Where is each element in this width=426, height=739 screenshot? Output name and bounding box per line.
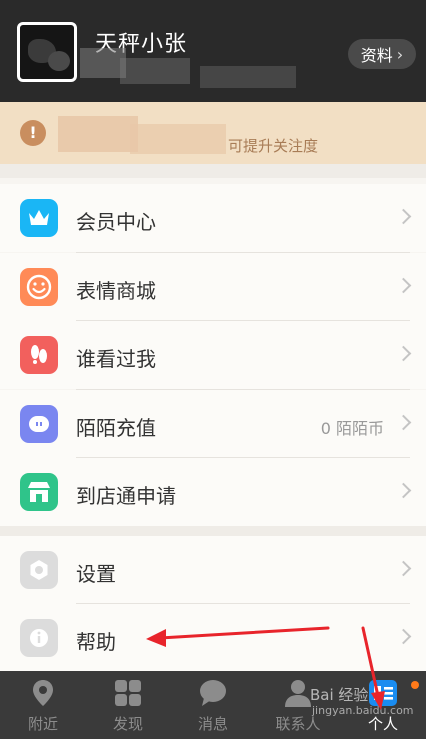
chevron-right-icon: › xyxy=(396,44,404,64)
chevron-right-icon xyxy=(395,414,412,431)
coin-icon xyxy=(20,405,58,443)
menu-item-store-application[interactable]: 到店通申请 xyxy=(0,458,426,526)
footprints-icon xyxy=(20,336,58,374)
menu-item-settings[interactable]: 设置 xyxy=(0,536,426,604)
menu-item-sticker-store[interactable]: 表情商城 xyxy=(0,253,426,321)
smiley-icon xyxy=(20,268,58,306)
tab-label: 消息 xyxy=(197,715,228,733)
grid-icon xyxy=(115,680,141,706)
menu-item-label: 设置 xyxy=(76,562,116,586)
menu-item-who-viewed-me[interactable]: 谁看过我 xyxy=(0,321,426,389)
notice-banner[interactable]: ! xyxy=(0,102,426,164)
location-pin-icon xyxy=(33,680,53,706)
contact-icon xyxy=(285,680,311,707)
chevron-right-icon xyxy=(395,482,412,499)
privacy-blur xyxy=(200,66,296,88)
tab-label: 发现 xyxy=(112,715,143,733)
menu-item-vip-center[interactable]: 会员中心 xyxy=(0,184,426,252)
chevron-right-icon xyxy=(395,345,412,362)
chevron-right-icon xyxy=(395,277,412,294)
menu-item-label: 会员中心 xyxy=(76,210,156,234)
tab-messages[interactable]: 消息 xyxy=(170,671,256,739)
exclamation-icon: ! xyxy=(20,120,46,146)
profile-header: 天秤小张 资料 › xyxy=(0,0,426,102)
menu-item-label: 到店通申请 xyxy=(76,484,176,508)
notice-text: 可提升关注度 xyxy=(228,137,319,155)
chat-bubble-icon xyxy=(200,680,226,706)
coin-balance: 0 陌陌币 xyxy=(320,419,384,438)
tab-label: 附近 xyxy=(27,715,58,733)
menu-item-help[interactable]: 帮助 xyxy=(0,604,426,672)
privacy-blur xyxy=(120,58,190,84)
profile-details-label: 资料 xyxy=(360,46,393,65)
tab-nearby[interactable]: 附近 xyxy=(0,671,86,739)
menu-item-label: 帮助 xyxy=(76,630,116,654)
chevron-right-icon xyxy=(395,560,412,577)
gear-icon xyxy=(20,551,58,589)
menu-item-label: 陌陌充值 xyxy=(76,416,156,440)
watermark-brand: Bai 经验 xyxy=(310,686,369,704)
menu-item-label: 表情商城 xyxy=(76,279,156,303)
chevron-right-icon xyxy=(395,208,412,225)
avatar[interactable] xyxy=(17,22,77,82)
notification-dot xyxy=(411,681,419,689)
tab-discover[interactable]: 发现 xyxy=(85,671,171,739)
menu-item-label: 谁看过我 xyxy=(76,347,156,371)
store-icon xyxy=(20,473,58,511)
profile-details-button[interactable]: 资料 › xyxy=(348,39,416,69)
crown-icon xyxy=(20,199,58,237)
privacy-blur xyxy=(130,124,226,154)
info-icon xyxy=(20,619,58,657)
watermark-url: jingyan.baidu.com xyxy=(312,704,414,717)
section-divider xyxy=(0,526,426,536)
section-divider xyxy=(0,164,426,178)
chevron-right-icon xyxy=(395,628,412,645)
menu-item-recharge[interactable]: 陌陌充值 0 陌陌币 xyxy=(0,390,426,458)
privacy-blur xyxy=(58,116,138,152)
